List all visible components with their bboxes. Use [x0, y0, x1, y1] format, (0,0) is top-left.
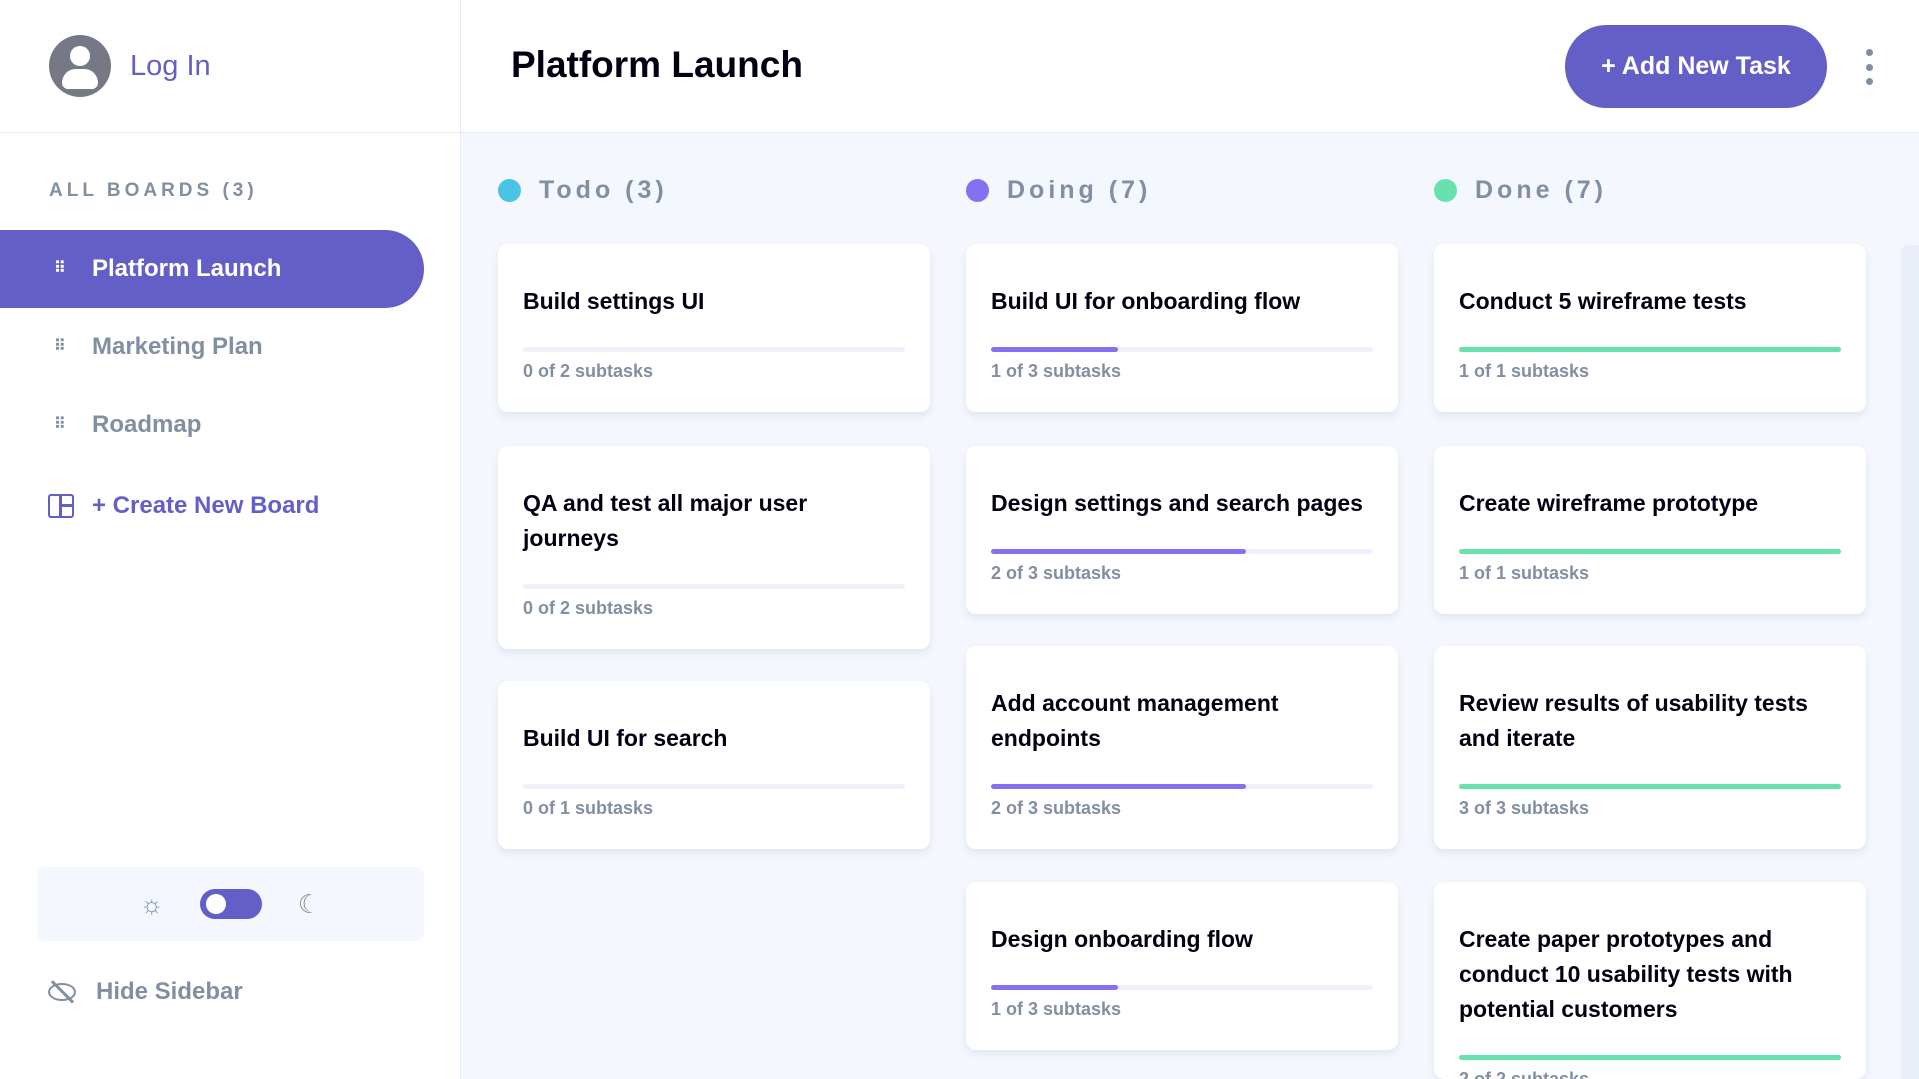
subtask-count: 2 of 3 subtasks	[991, 798, 1122, 818]
create-new-board-label: + Create New Board	[92, 492, 320, 519]
task-card[interactable]: Conduct 5 wireframe tests 1 of 1 subtask…	[1434, 244, 1866, 412]
all-boards-heading: ALL BOARDS (3)	[49, 180, 258, 201]
subtask-progress-bar	[1459, 784, 1841, 789]
task-card[interactable]: Design onboarding flow 1 of 3 subtasks	[966, 882, 1398, 1050]
status-dot-icon	[1434, 178, 1457, 202]
subtask-progress-bar	[991, 784, 1373, 789]
login-label: Log In	[130, 49, 211, 82]
hide-sidebar-label: Hide Sidebar	[96, 978, 243, 1005]
subtask-progress-bar	[1459, 1055, 1841, 1060]
task-card[interactable]: Design settings and search pages 2 of 3 …	[966, 446, 1398, 614]
subtask-count: 3 of 3 subtasks	[1459, 798, 1590, 818]
subtask-count: 2 of 3 subtasks	[991, 563, 1122, 583]
task-title: Build settings UI	[523, 288, 705, 314]
task-card[interactable]: Build settings UI 0 of 2 subtasks	[498, 244, 930, 412]
sidebar-item-label: Roadmap	[92, 411, 202, 438]
page-title: Platform Launch	[511, 44, 803, 85]
subtask-count: 0 of 1 subtasks	[523, 798, 654, 818]
subtask-progress-bar	[523, 584, 905, 589]
task-title: Design onboarding flow	[991, 926, 1253, 952]
task-title: QA and test all major user journeys	[523, 490, 808, 551]
task-title: Create paper prototypes and conduct 10 u…	[1459, 926, 1793, 1022]
subtask-count: 1 of 3 subtasks	[991, 999, 1122, 1019]
sidebar-item-platform-launch[interactable]: ⠿ Platform Launch	[0, 230, 424, 308]
task-card[interactable]: Create paper prototypes and conduct 10 u…	[1434, 882, 1866, 1079]
subtask-count: 0 of 2 subtasks	[523, 361, 654, 381]
sidebar-item-label: Marketing Plan	[92, 333, 263, 360]
subtask-count: 1 of 3 subtasks	[991, 361, 1122, 381]
column-heading: Done (7)	[1434, 175, 1607, 205]
sidebar-item-label: Platform Launch	[92, 255, 282, 282]
user-avatar-icon	[49, 35, 111, 97]
subtask-progress-bar	[991, 347, 1373, 352]
task-title: Build UI for search	[523, 725, 728, 751]
status-dot-icon	[498, 178, 521, 202]
task-card[interactable]: Add account management endpoints 2 of 3 …	[966, 646, 1398, 849]
theme-switch[interactable]	[199, 889, 262, 919]
subtask-progress-bar	[523, 784, 905, 789]
task-card[interactable]: Build UI for search 0 of 1 subtasks	[498, 681, 930, 849]
task-title: Create wireframe prototype	[1459, 490, 1759, 516]
theme-switch-knob	[205, 894, 226, 914]
subtask-progress-bar	[1459, 549, 1841, 554]
subtask-count: 2 of 2 subtasks	[1459, 1069, 1590, 1079]
task-title: Review results of usability tests and it…	[1459, 690, 1808, 751]
subtask-count: 1 of 1 subtasks	[1459, 361, 1590, 381]
subtask-progress-bar	[1459, 347, 1841, 352]
task-card[interactable]: Build UI for onboarding flow 1 of 3 subt…	[966, 244, 1398, 412]
column-heading: Todo (3)	[498, 175, 668, 205]
task-title: Add account management endpoints	[991, 690, 1279, 751]
login-button[interactable]: Log In	[0, 0, 461, 133]
hide-sidebar-button[interactable]: Hide Sidebar	[48, 975, 243, 1009]
task-card[interactable]: QA and test all major user journeys 0 of…	[498, 446, 930, 649]
sidebar-item-marketing-plan[interactable]: ⠿ Marketing Plan	[0, 308, 424, 386]
board-grip-icon: ⠿	[54, 416, 67, 433]
app: Log In ALL BOARDS (3) ⠿ Platform Launch …	[0, 0, 1919, 1079]
add-new-task-button[interactable]: + Add New Task	[1565, 25, 1827, 108]
sidebar: Log In ALL BOARDS (3) ⠿ Platform Launch …	[0, 0, 461, 1079]
task-title: Design settings and search pages	[991, 490, 1363, 516]
sun-icon: ☼	[139, 889, 164, 919]
moon-icon: ☾	[297, 889, 322, 919]
create-new-board-button[interactable]: + Create New Board	[0, 467, 424, 545]
status-dot-icon	[966, 178, 989, 202]
board-grip-icon: ⠿	[54, 338, 67, 355]
subtask-count: 1 of 1 subtasks	[1459, 563, 1590, 583]
column-heading-label: Done (7)	[1475, 175, 1607, 204]
new-column-placeholder[interactable]	[1901, 245, 1919, 1079]
sidebar-item-roadmap[interactable]: ⠿ Roadmap	[0, 386, 424, 464]
column-heading-label: Todo (3)	[539, 175, 668, 204]
subtask-progress-bar	[991, 985, 1373, 990]
board-layout-icon	[48, 494, 74, 518]
task-title: Conduct 5 wireframe tests	[1459, 288, 1747, 314]
theme-toggle-panel: ☼ ☾	[37, 867, 424, 941]
subtask-progress-bar	[523, 347, 905, 352]
column-heading: Doing (7)	[966, 175, 1151, 205]
subtask-progress-bar	[991, 549, 1373, 554]
kebab-menu-icon[interactable]	[1862, 49, 1876, 85]
task-card[interactable]: Create wireframe prototype 1 of 1 subtas…	[1434, 446, 1866, 614]
task-title: Build UI for onboarding flow	[991, 288, 1301, 314]
header: Platform Launch + Add New Task	[461, 0, 1919, 133]
board-grip-icon: ⠿	[54, 260, 67, 277]
eye-slash-icon	[48, 983, 76, 1001]
task-card[interactable]: Review results of usability tests and it…	[1434, 646, 1866, 849]
subtask-count: 0 of 2 subtasks	[523, 598, 654, 618]
column-heading-label: Doing (7)	[1007, 175, 1152, 204]
